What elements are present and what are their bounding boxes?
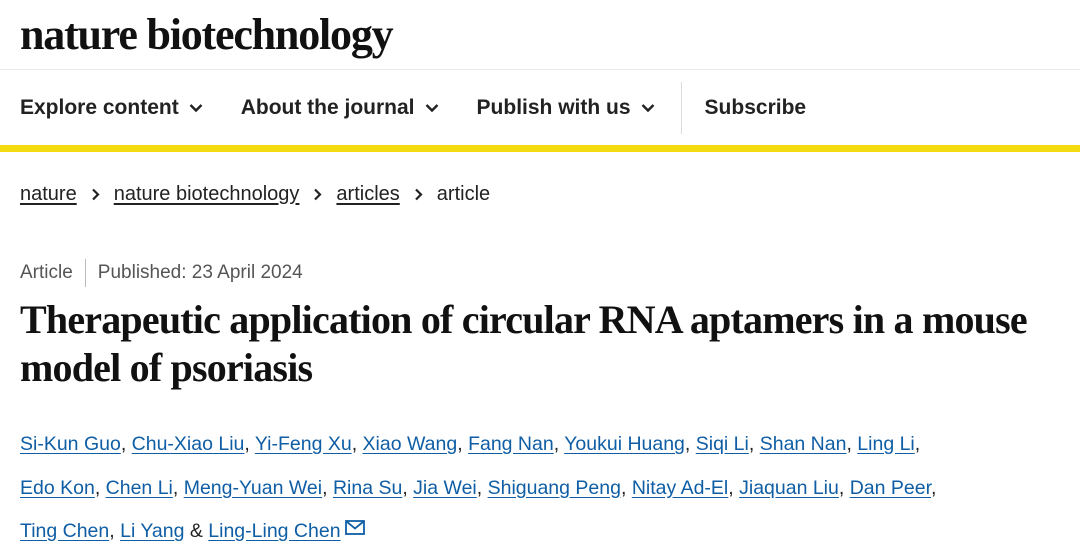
author-link[interactable]: Nitay Ad-El [632, 477, 728, 499]
author-link[interactable]: Xiao Wang [363, 433, 458, 455]
main-nav: Explore content About the journal Publis… [0, 70, 1080, 145]
nav-publish-with-us[interactable]: Publish with us [477, 70, 655, 145]
nav-publish-with-us-label: Publish with us [476, 95, 631, 119]
chevron-right-icon [414, 188, 423, 201]
chevron-right-icon [91, 188, 100, 201]
author-link[interactable]: Shan Nan [760, 433, 847, 455]
published-date: Published: 23 April 2024 [97, 262, 303, 283]
nav-explore-content[interactable]: Explore content [20, 70, 203, 145]
author-link[interactable]: Shiguang Peng [488, 477, 621, 499]
mail-icon[interactable] [344, 520, 365, 535]
author-link[interactable]: Jiaquan Liu [739, 477, 839, 499]
author-link[interactable]: Jia Wei [413, 477, 477, 499]
chevron-down-icon [189, 103, 203, 113]
nav-divider [680, 81, 682, 134]
breadcrumb-articles[interactable]: articles [336, 183, 399, 206]
nav-accent-bar [0, 145, 1080, 152]
chevron-right-icon [313, 188, 322, 201]
meta-divider [84, 259, 86, 287]
author-link[interactable]: Meng-Yuan Wei [184, 477, 322, 499]
breadcrumb-current: article [436, 182, 491, 205]
journal-logo[interactable]: nature biotechnology [20, 6, 394, 66]
breadcrumb-nature-biotechnology[interactable]: nature biotechnology [114, 183, 300, 206]
subscribe-link[interactable]: Subscribe [705, 70, 807, 145]
author-link[interactable]: Ling-Ling Chen [208, 520, 340, 542]
article-type: Article [20, 262, 73, 283]
article-title: Therapeutic application of circular RNA … [20, 297, 1028, 390]
breadcrumb-nature[interactable]: nature [20, 183, 77, 206]
author-link[interactable]: Rina Su [333, 477, 402, 499]
author-list: Si-Kun Guo, Chu-Xiao Liu, Yi-Feng Xu, Xi… [20, 433, 937, 542]
breadcrumb: nature nature biotechnology articles art… [20, 178, 490, 210]
author-link[interactable]: Ling Li [857, 433, 914, 455]
chevron-down-icon [425, 103, 439, 113]
author-link[interactable]: Edo Kon [20, 477, 95, 499]
chevron-down-icon [641, 103, 655, 113]
nav-about-journal-label: About the journal [240, 95, 415, 119]
author-link[interactable]: Si-Kun Guo [20, 433, 121, 455]
article-meta: Article Published: 23 April 2024 [20, 258, 303, 288]
author-link[interactable]: Li Yang [120, 520, 184, 542]
nav-explore-content-label: Explore content [20, 95, 179, 119]
author-link[interactable]: Ting Chen [20, 520, 109, 542]
author-link[interactable]: Youkui Huang [564, 433, 685, 455]
author-link[interactable]: Chu-Xiao Liu [132, 433, 245, 455]
author-link[interactable]: Siqi Li [696, 433, 749, 455]
author-link[interactable]: Fang Nan [468, 433, 554, 455]
nav-about-journal[interactable]: About the journal [241, 70, 439, 145]
author-link[interactable]: Chen Li [106, 477, 173, 499]
author-link[interactable]: Yi-Feng Xu [255, 433, 352, 455]
author-link[interactable]: Dan Peer [850, 477, 931, 499]
